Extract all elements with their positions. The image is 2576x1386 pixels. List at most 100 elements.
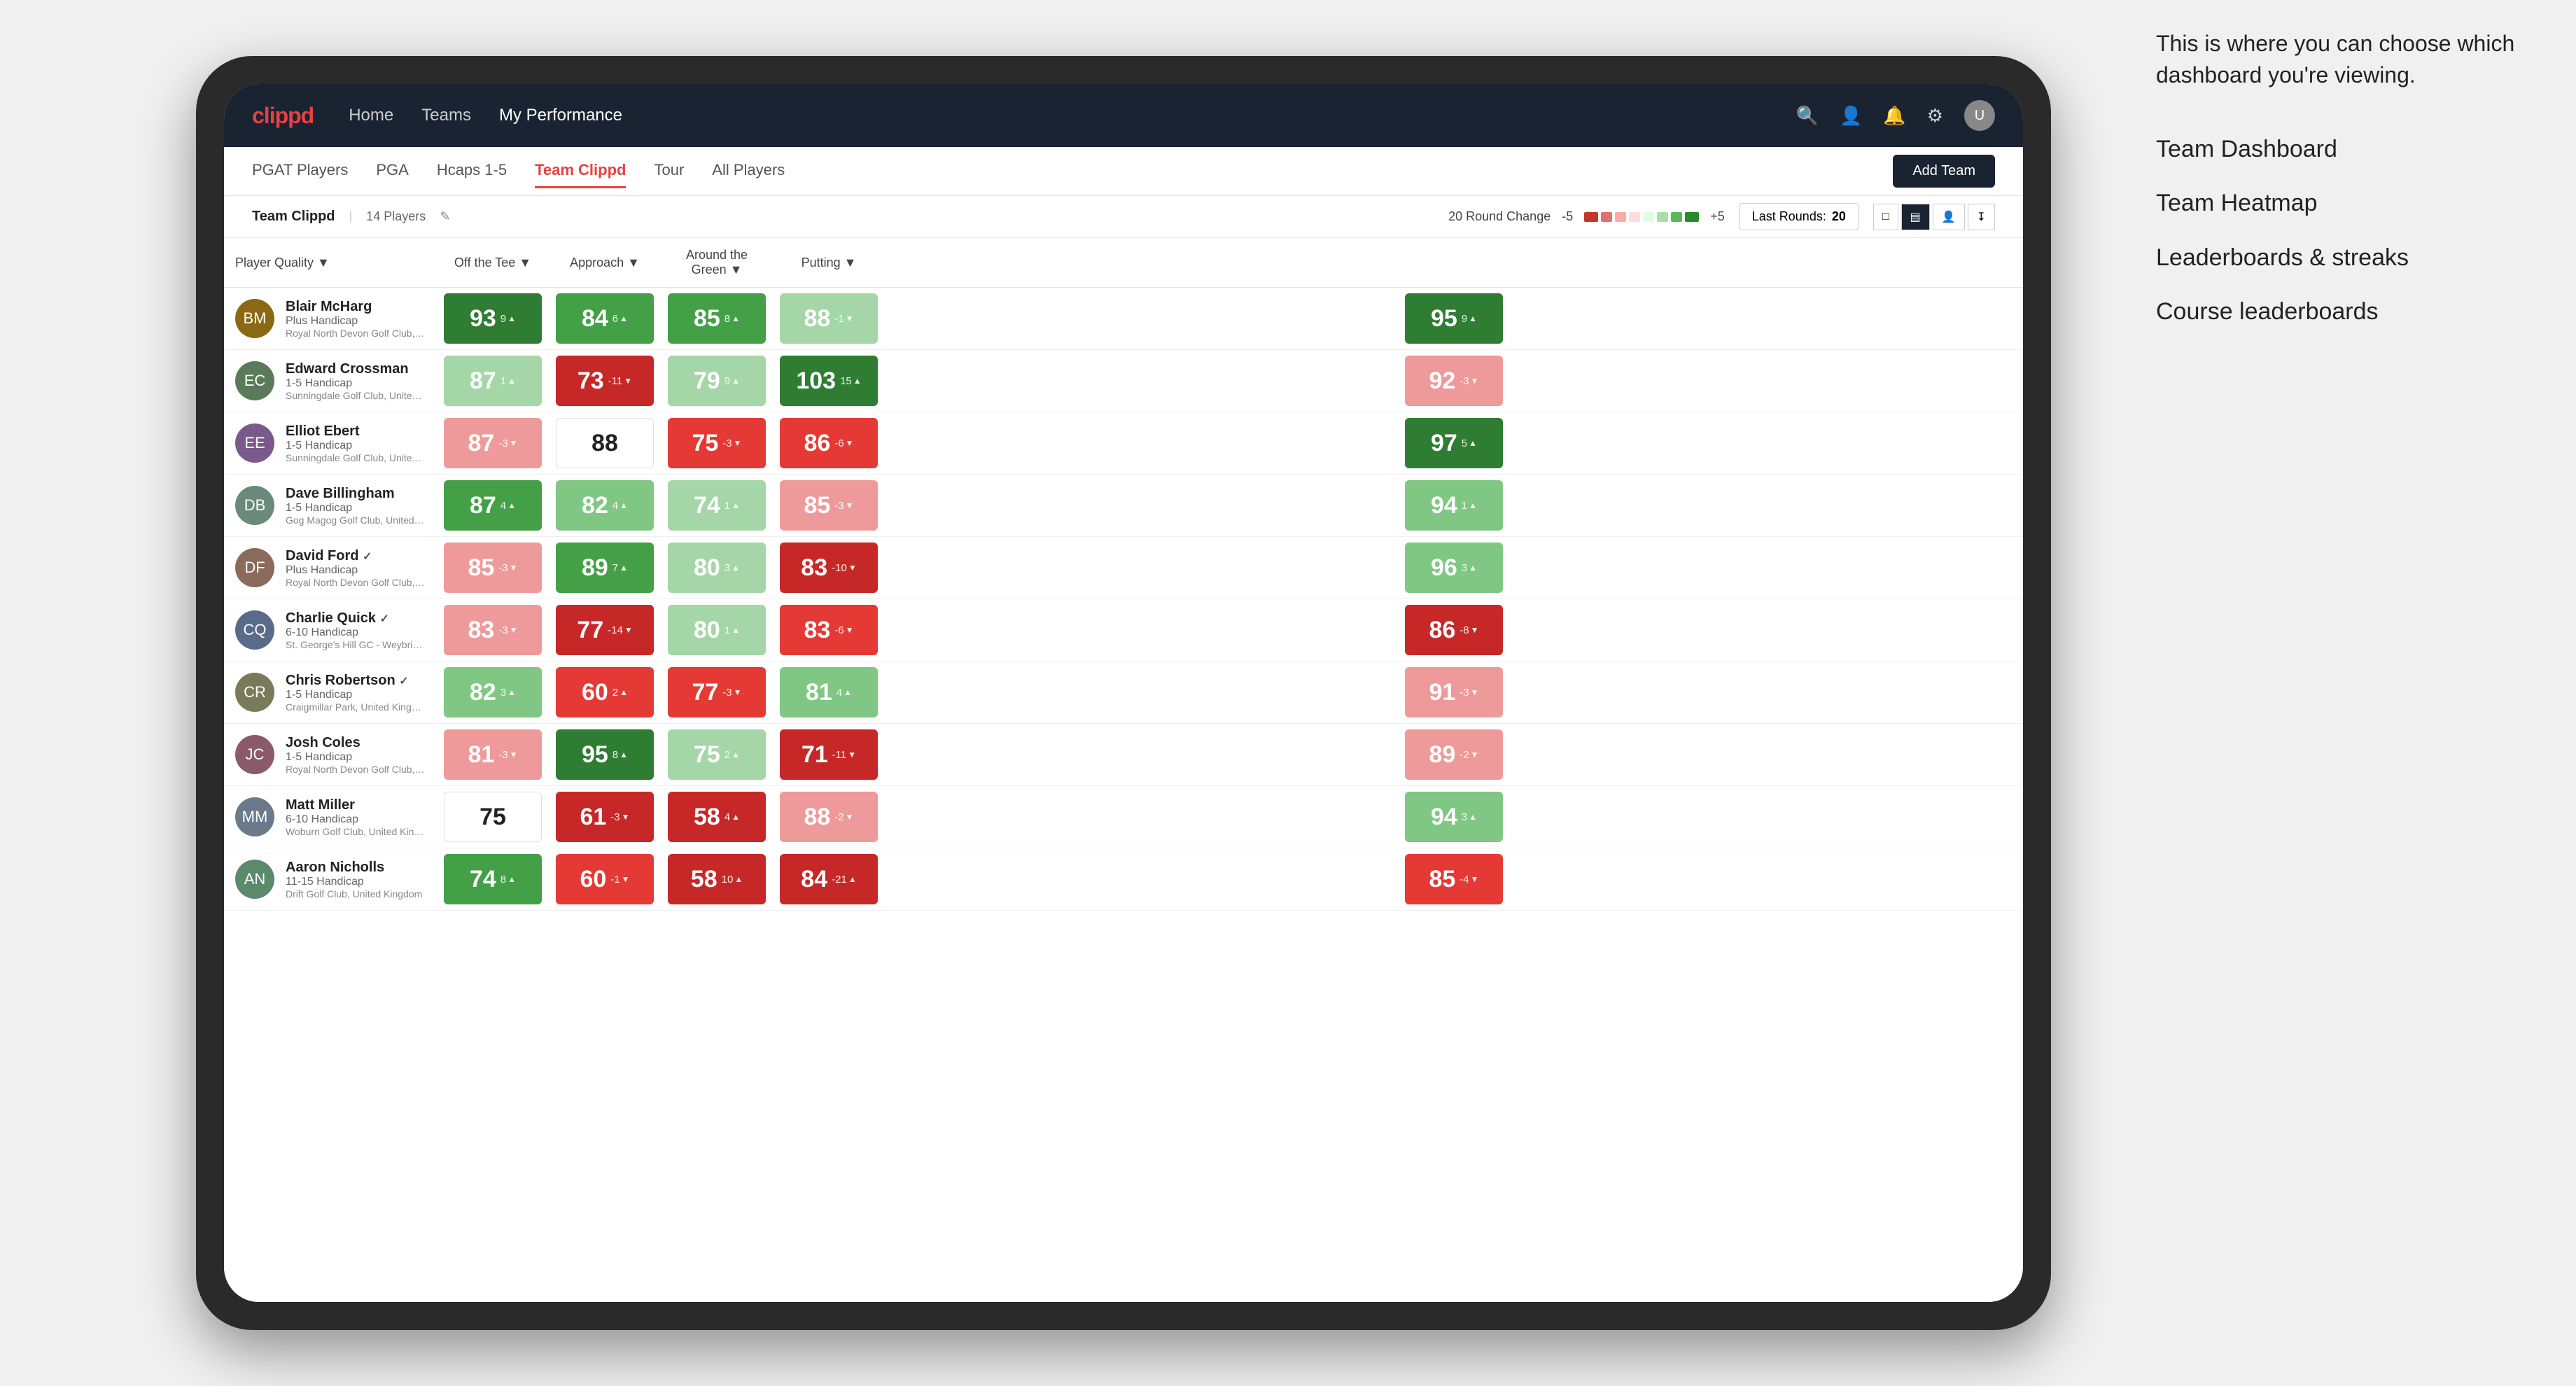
tab-team-clippd[interactable]: Team Clippd xyxy=(535,154,626,188)
score-box[interactable]: 103 15▲ xyxy=(780,356,878,406)
score-box[interactable]: 87 -3▼ xyxy=(444,418,542,468)
score-box[interactable]: 83 -6▼ xyxy=(780,605,878,655)
col-header-around-green[interactable]: Around the Green ▼ xyxy=(661,238,773,288)
score-box[interactable]: 77 -3▼ xyxy=(668,667,766,718)
score-box[interactable]: 86 -8▼ xyxy=(1405,605,1503,655)
score-box[interactable]: 93 9▲ xyxy=(444,293,542,344)
player-name[interactable]: Edward Crossman xyxy=(286,361,426,377)
score-box[interactable]: 61 -3▼ xyxy=(556,792,654,842)
edit-icon[interactable]: ✎ xyxy=(440,209,450,224)
view-person-button[interactable]: 👤 xyxy=(1933,204,1965,230)
score-box[interactable]: 85 8▲ xyxy=(668,293,766,344)
score-delta: -1▼ xyxy=(834,313,853,325)
annotation-items: Team Dashboard Team Heatmap Leaderboards… xyxy=(2156,133,2520,329)
score-box[interactable]: 73 -11▼ xyxy=(556,356,654,406)
score-box[interactable]: 94 1▲ xyxy=(1405,480,1503,531)
score-box[interactable]: 88 -2▼ xyxy=(780,792,878,842)
player-name[interactable]: Blair McHarg xyxy=(286,299,426,315)
col-header-player[interactable]: Player Quality ▼ xyxy=(224,238,437,288)
player-name[interactable]: Dave Billingham xyxy=(286,486,426,502)
score-box[interactable]: 95 8▲ xyxy=(556,729,654,780)
player-name[interactable]: Matt Miller xyxy=(286,797,426,813)
score-box[interactable]: 89 7▲ xyxy=(556,542,654,593)
score-box[interactable]: 89 -2▼ xyxy=(1405,729,1503,780)
score-box[interactable]: 77 -14▼ xyxy=(556,605,654,655)
player-name[interactable]: Chris Robertson ✓ xyxy=(286,673,426,689)
score-box[interactable]: 81 4▲ xyxy=(780,667,878,718)
view-grid-button[interactable]: □ xyxy=(1873,204,1898,230)
score-box[interactable]: 82 4▲ xyxy=(556,480,654,531)
score-box[interactable]: 85 -3▼ xyxy=(780,480,878,531)
score-box[interactable]: 74 8▲ xyxy=(444,854,542,904)
score-box[interactable]: 80 1▲ xyxy=(668,605,766,655)
player-name[interactable]: David Ford ✓ xyxy=(286,548,426,564)
player-avatar: MM xyxy=(235,797,274,836)
score-box[interactable]: 71 -11▼ xyxy=(780,729,878,780)
score-box[interactable]: 75 -3▼ xyxy=(668,418,766,468)
annotation-item-1: Team Dashboard xyxy=(2156,133,2520,167)
score-box[interactable]: 60 2▲ xyxy=(556,667,654,718)
score-box[interactable]: 88 xyxy=(556,418,654,468)
score-box[interactable]: 97 5▲ xyxy=(1405,418,1503,468)
score-box[interactable]: 91 -3▼ xyxy=(1405,667,1503,718)
score-box[interactable]: 79 9▲ xyxy=(668,356,766,406)
avatar[interactable]: U xyxy=(1964,100,1995,131)
score-delta: -21▲ xyxy=(832,874,857,886)
score-box[interactable]: 96 3▲ xyxy=(1405,542,1503,593)
tab-all-players[interactable]: All Players xyxy=(712,154,785,188)
score-box[interactable]: 87 1▲ xyxy=(444,356,542,406)
player-name[interactable]: Aaron Nicholls xyxy=(286,860,422,876)
score-box[interactable]: 60 -1▼ xyxy=(556,854,654,904)
score-box[interactable]: 92 -3▼ xyxy=(1405,356,1503,406)
col-header-putting[interactable]: Putting ▼ xyxy=(773,238,885,288)
score-box[interactable]: 95 9▲ xyxy=(1405,293,1503,344)
score-box[interactable]: 83 -10▼ xyxy=(780,542,878,593)
score-box[interactable]: 75 2▲ xyxy=(668,729,766,780)
score-box[interactable]: 85 -3▼ xyxy=(444,542,542,593)
score-box[interactable]: 58 4▲ xyxy=(668,792,766,842)
score-box[interactable]: 87 4▲ xyxy=(444,480,542,531)
notification-icon[interactable]: 🔔 xyxy=(1883,105,1905,127)
score-value: 91 xyxy=(1429,679,1455,706)
score-cell: 95 8▲ xyxy=(549,724,661,786)
nav-my-performance[interactable]: My Performance xyxy=(499,102,622,130)
tab-tour[interactable]: Tour xyxy=(654,154,684,188)
col-header-off-tee[interactable]: Off the Tee ▼ xyxy=(437,238,549,288)
score-box[interactable]: 84 -21▲ xyxy=(780,854,878,904)
score-box[interactable]: 88 -1▼ xyxy=(780,293,878,344)
score-delta: 3▲ xyxy=(1462,562,1477,574)
tab-hcaps[interactable]: Hcaps 1-5 xyxy=(437,154,507,188)
player-avatar: EC xyxy=(235,361,274,400)
score-box[interactable]: 74 1▲ xyxy=(668,480,766,531)
score-box[interactable]: 75 xyxy=(444,792,542,842)
score-box[interactable]: 82 3▲ xyxy=(444,667,542,718)
view-download-button[interactable]: ↧ xyxy=(1968,204,1995,230)
tab-pga[interactable]: PGA xyxy=(376,154,408,188)
player-info: David Ford ✓ Plus Handicap Royal North D… xyxy=(286,548,426,588)
score-box[interactable]: 86 -6▼ xyxy=(780,418,878,468)
score-value: 82 xyxy=(470,679,496,706)
nav-teams[interactable]: Teams xyxy=(421,102,471,130)
player-name[interactable]: Elliot Ebert xyxy=(286,424,426,440)
add-team-button[interactable]: Add Team xyxy=(1893,155,1995,188)
settings-icon[interactable]: ⚙ xyxy=(1927,105,1943,127)
score-box[interactable]: 84 6▲ xyxy=(556,293,654,344)
view-heatmap-button[interactable]: ▤ xyxy=(1901,204,1930,230)
player-cell: DF David Ford ✓ Plus Handicap Royal Nort… xyxy=(224,538,437,598)
tab-pgat-players[interactable]: PGAT Players xyxy=(252,154,348,188)
search-icon[interactable]: 🔍 xyxy=(1796,105,1819,127)
player-name[interactable]: Charlie Quick ✓ xyxy=(286,610,426,626)
score-cell: 88 -2▼ xyxy=(773,786,885,848)
score-box[interactable]: 94 3▲ xyxy=(1405,792,1503,842)
score-box[interactable]: 58 10▲ xyxy=(668,854,766,904)
score-box[interactable]: 80 3▲ xyxy=(668,542,766,593)
score-box[interactable]: 81 -3▼ xyxy=(444,729,542,780)
user-icon[interactable]: 👤 xyxy=(1840,105,1862,127)
score-box[interactable]: 85 -4▼ xyxy=(1405,854,1503,904)
col-header-approach[interactable]: Approach ▼ xyxy=(549,238,661,288)
last-rounds-button[interactable]: Last Rounds: 20 xyxy=(1739,203,1859,230)
score-box[interactable]: 83 -3▼ xyxy=(444,605,542,655)
player-name[interactable]: Josh Coles xyxy=(286,735,426,751)
nav-home[interactable]: Home xyxy=(349,102,393,130)
score-cell: 88 xyxy=(549,412,661,475)
